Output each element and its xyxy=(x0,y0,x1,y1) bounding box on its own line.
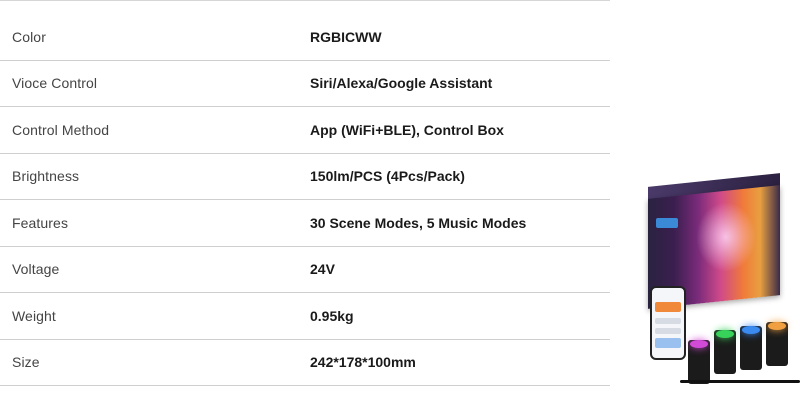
spec-value: RGBICWW xyxy=(310,28,382,45)
spec-row-control-method: Control Method App (WiFi+BLE), Control B… xyxy=(0,107,610,154)
app-screen-row xyxy=(655,328,681,334)
spec-label: Features xyxy=(12,214,69,231)
spec-label: Control Method xyxy=(12,121,110,138)
spec-row-brightness: Brightness 150lm/PCS (4Pcs/Pack) xyxy=(0,154,610,200)
spec-label: Color xyxy=(12,28,46,45)
spec-row-voice-control: Vioce Control Siri/Alexa/Google Assistan… xyxy=(0,61,610,107)
spec-row-voltage: Voltage 24V xyxy=(0,247,610,293)
spec-value: 0.95kg xyxy=(310,307,354,324)
spec-value: 24V xyxy=(310,261,335,278)
wall-light-glow xyxy=(690,340,708,348)
spec-label: Voltage xyxy=(12,261,60,278)
spec-value: 150lm/PCS (4Pcs/Pack) xyxy=(310,168,465,185)
wall-light-glow xyxy=(742,326,760,334)
spec-table: Color RGBICWW Vioce Control Siri/Alexa/G… xyxy=(0,14,610,386)
spec-row-color: Color RGBICWW xyxy=(0,14,610,61)
spec-value: 30 Scene Modes, 5 Music Modes xyxy=(310,214,527,231)
product-image xyxy=(640,173,800,390)
wall-light-1 xyxy=(688,340,710,384)
spec-label: Weight xyxy=(12,307,56,324)
spec-row-features: Features 30 Scene Modes, 5 Music Modes xyxy=(0,200,610,247)
power-cable xyxy=(680,380,800,383)
spec-row-weight: Weight 0.95kg xyxy=(0,293,610,340)
spec-value: Siri/Alexa/Google Assistant xyxy=(310,75,493,92)
app-screen-header xyxy=(655,302,681,312)
wall-light-glow xyxy=(768,322,786,330)
wall-light-3 xyxy=(740,326,762,370)
wall-light-4 xyxy=(766,322,788,366)
spec-value: App (WiFi+BLE), Control Box xyxy=(310,121,504,138)
spec-label: Brightness xyxy=(12,168,80,185)
spec-row-size: Size 242*178*100mm xyxy=(0,340,610,386)
box-light-glow xyxy=(696,202,756,272)
top-divider xyxy=(0,0,610,1)
spec-label: Size xyxy=(12,354,40,371)
app-screen-panel xyxy=(655,338,681,348)
app-screen-row xyxy=(655,318,681,324)
smartphone-app-image xyxy=(650,286,686,360)
brand-logo-badge xyxy=(656,218,678,228)
wall-light-glow xyxy=(716,330,734,338)
spec-label: Vioce Control xyxy=(12,75,98,92)
spec-value: 242*178*100mm xyxy=(310,354,416,371)
wall-light-2 xyxy=(714,330,736,374)
